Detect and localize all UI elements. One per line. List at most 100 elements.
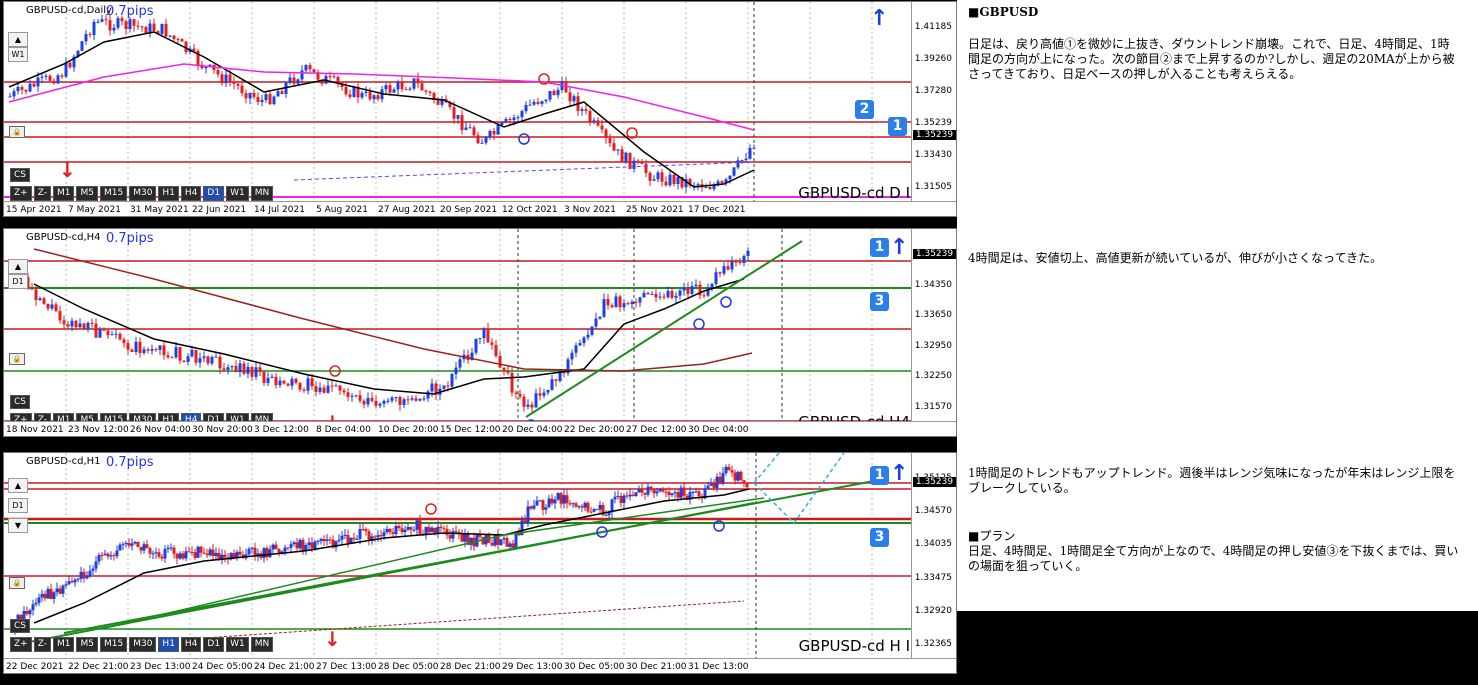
timeframe-side-label[interactable]: D1 [8, 274, 28, 289]
scroll-down-button[interactable]: ▼ [8, 518, 28, 533]
scroll-up-button[interactable]: ▲ [8, 32, 28, 47]
candle-body [598, 316, 602, 319]
timeframe-side-label[interactable]: W1 [8, 47, 28, 62]
timeframe-button-h1[interactable]: H1 [158, 637, 179, 652]
candle-body [618, 296, 622, 308]
timeframe-button-h1[interactable]: H1 [158, 186, 179, 201]
lock-icon[interactable]: 🔒 [9, 577, 25, 589]
candle-body [100, 554, 104, 556]
candle-body [646, 292, 650, 295]
timeframe-button-w1[interactable]: W1 [226, 186, 249, 201]
candle-body [132, 19, 136, 26]
timeframe-button-m30[interactable]: M30 [129, 186, 157, 201]
timeframe-button-h4[interactable]: H4 [180, 186, 202, 201]
candle-body [526, 506, 530, 524]
swing-low-marker [720, 296, 732, 308]
h4-chart-panel[interactable]: GBPUSD-cd,H4 0.7pips ▲ D1 🔒 CS Z+ Z- M1 M5 M… [3, 228, 957, 437]
candle-body [670, 290, 674, 298]
candle-body [199, 546, 203, 553]
candle-body [686, 287, 690, 294]
timeframe-button-m5[interactable]: M5 [76, 637, 98, 652]
candle-body [352, 537, 356, 540]
timeframe-button-m5[interactable]: M5 [76, 186, 98, 201]
candle-body [302, 389, 306, 391]
timeframe-button-w1[interactable]: W1 [226, 637, 249, 652]
scroll-up-button[interactable]: ▲ [8, 259, 28, 274]
time-axis[interactable]: 18 Nov 2021 23 Nov 12:00 26 Nov 04:00 30 No… [4, 421, 956, 436]
candle-body [541, 500, 545, 510]
timeframe-button-zplus[interactable]: Z+ [10, 186, 32, 201]
candle-body [632, 160, 636, 169]
candle-body [58, 311, 62, 321]
candle-body [43, 593, 47, 599]
candle-body [584, 109, 588, 111]
candle-body [157, 552, 161, 557]
timeframe-button-zplus[interactable]: Z+ [10, 637, 32, 652]
price-axis[interactable]: 1.350301.343501.336501.329501.322501.315… [911, 229, 956, 436]
candle-body [691, 491, 695, 493]
candle-body [664, 491, 668, 493]
candle-body [676, 492, 680, 498]
candle-body [252, 92, 256, 97]
daily-chart-panel[interactable]: GBPUSD-cd,Daily 0.7pips ▲ W1 🔒 CS Z+ Z- M1… [3, 1, 957, 217]
candle-body [508, 118, 512, 120]
timeframe-button-mn[interactable]: MN [250, 637, 274, 652]
time-tick-label: 14 Jul 2021 [254, 205, 305, 215]
scroll-up-button[interactable]: ▲ [8, 478, 28, 493]
candle-body [649, 486, 653, 490]
candle-body [154, 349, 158, 351]
candle-body [388, 85, 392, 93]
candle-body [280, 91, 284, 95]
timeframe-button-h4[interactable]: H4 [180, 637, 202, 652]
time-tick-label: 22 Dec 20:00 [564, 425, 625, 435]
h4-chart-canvas[interactable] [4, 229, 956, 436]
timeframe-button-d1[interactable]: D1 [203, 637, 225, 652]
candle-body [570, 352, 574, 360]
lock-icon[interactable]: 🔒 [9, 353, 25, 365]
candle-body [490, 342, 494, 345]
candle-body [355, 538, 359, 540]
candle-body [376, 95, 380, 100]
timeframe-button-m30[interactable]: M30 [129, 637, 157, 652]
timeframe-button-zminus[interactable]: Z- [33, 637, 51, 652]
timeframe-button-mn[interactable]: MN [250, 186, 274, 201]
candle-body [144, 27, 148, 34]
cs-button[interactable]: CS [10, 168, 30, 182]
notes-h1: 1時間足のトレンドもアップトレンド。週後半はレンジ気味になったが年末はレンジ上限… [968, 466, 1456, 495]
timeframe-button-d1[interactable]: D1 [203, 186, 225, 201]
candle-body [391, 532, 395, 535]
candle-body [403, 529, 407, 533]
candle-body [577, 506, 581, 508]
candle-body [42, 298, 46, 304]
candle-body [550, 379, 554, 390]
down-arrow-icon: ↓ [59, 158, 76, 182]
cs-button[interactable]: CS [10, 619, 30, 633]
cs-button[interactable]: CS [10, 395, 30, 409]
timeframe-button-m1[interactable]: M1 [52, 637, 75, 652]
candle-body [192, 48, 196, 51]
lock-icon[interactable]: 🔒 [9, 126, 25, 138]
time-tick-label: 26 Nov 04:00 [130, 425, 191, 435]
candle-body [158, 345, 162, 350]
candle-body [379, 535, 383, 537]
candle-body [361, 529, 365, 531]
timeframe-button-zminus[interactable]: Z- [33, 186, 51, 201]
timeframe-button-m1[interactable]: M1 [52, 186, 75, 201]
candle-body [386, 400, 390, 402]
candle-body [169, 547, 173, 549]
timeframe-button-m15[interactable]: M15 [99, 186, 128, 201]
timeframe-button-m15[interactable]: M15 [99, 637, 128, 652]
h1-chart-panel[interactable]: GBPUSD-cd,H1 0.7pips ▲ D1 ▼ 🔒 CS Z+ Z- M1 M… [3, 452, 957, 674]
time-axis[interactable]: 15 Apr 2021 7 May 2021 31 May 2021 22 Jun 2… [4, 201, 956, 216]
swing-low-marker [518, 133, 530, 145]
candle-body [550, 498, 554, 504]
price-axis[interactable]: 1.41185 1.39260 1.37280 1.35239 1.33430 1.315… [911, 2, 956, 216]
candle-body [494, 344, 498, 357]
candle-body [478, 534, 482, 537]
candle-body [736, 160, 740, 168]
timeframe-side-label[interactable]: D1 [8, 498, 28, 513]
candle-body [374, 400, 378, 406]
time-axis[interactable]: 22 Dec 2021 22 Dec 21:00 23 Dec 13:00 24 De… [4, 658, 956, 673]
candle-body [667, 491, 671, 496]
candle-body [578, 343, 582, 346]
